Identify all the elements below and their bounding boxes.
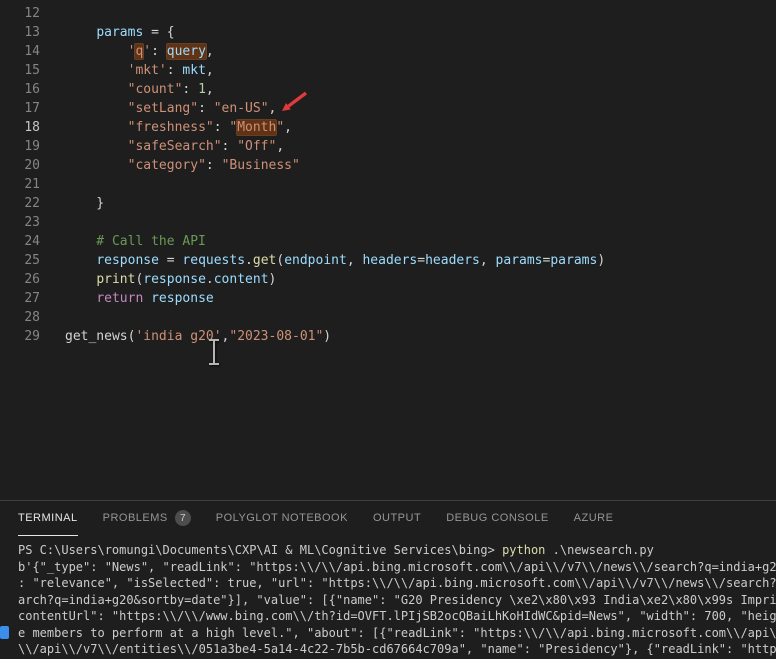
- code-line[interactable]: 15 'mkt': mkt,: [0, 61, 776, 80]
- code-line[interactable]: 25 response = requests.get(endpoint, hea…: [0, 251, 776, 270]
- terminal-output[interactable]: PS C:\Users\romungi\Documents\CXP\AI & M…: [0, 536, 776, 658]
- code-line[interactable]: 24 # Call the API: [0, 232, 776, 251]
- code-text: params = {: [96, 25, 175, 40]
- panel-tab-output[interactable]: OUTPUT: [373, 501, 421, 536]
- panel-tab-debug-console[interactable]: DEBUG CONSOLE: [446, 501, 548, 536]
- line-number[interactable]: 25: [0, 251, 40, 270]
- line-number[interactable]: 23: [0, 213, 40, 232]
- line-number[interactable]: 18: [0, 118, 40, 137]
- code-text: }: [65, 196, 105, 211]
- line-number[interactable]: 15: [0, 61, 40, 80]
- panel-tab-label: DEBUG CONSOLE: [446, 512, 549, 524]
- code-text: 'q': query,: [127, 44, 214, 59]
- code-line[interactable]: 16 "count": 1,: [0, 80, 776, 99]
- code-text: "category": "Business": [127, 158, 300, 173]
- code-line[interactable]: 20 "category": "Business": [0, 156, 776, 175]
- code-text: return response: [96, 291, 214, 306]
- code-text: "safeSearch": "Off",: [127, 139, 285, 154]
- line-number[interactable]: 27: [0, 289, 40, 308]
- line-number[interactable]: 21: [0, 175, 40, 194]
- code-line[interactable]: 17 "setLang": "en-US",: [0, 99, 776, 118]
- code-line[interactable]: 14 'q': query,: [0, 42, 776, 61]
- terminal-line: : "relevance", "isSelected": true, "url"…: [18, 576, 776, 590]
- code-text: get_news('india g20',"2023-08-01"): [65, 329, 332, 344]
- code-line[interactable]: 12: [0, 4, 776, 23]
- line-number[interactable]: 20: [0, 156, 40, 175]
- code-line[interactable]: 26 print(response.content): [0, 270, 776, 289]
- code-line[interactable]: 27 return response: [0, 289, 776, 308]
- panel-tab-label: TERMINAL: [18, 512, 78, 524]
- terminal-line: contentUrl": "https:\\/\\/www.bing.com\\…: [18, 609, 776, 623]
- code-text: response = requests.get(endpoint, header…: [96, 253, 606, 268]
- code-line[interactable]: 23: [0, 213, 776, 232]
- code-text: "freshness": "Month",: [127, 120, 292, 135]
- bottom-panel: TERMINAL PROBLEMS 7 POLYGLOT NOTEBOOK OUTPUT…: [0, 500, 776, 659]
- code-text: 'mkt': mkt,: [127, 63, 214, 78]
- code-editor[interactable]: 12 13 params = {14 'q': query, 15 'mkt': m…: [0, 0, 776, 500]
- line-number[interactable]: 17: [0, 99, 40, 118]
- line-number[interactable]: 19: [0, 137, 40, 156]
- panel-tab-label: OUTPUT: [372, 512, 422, 524]
- line-number[interactable]: 13: [0, 23, 40, 42]
- panel-tab-label: POLYGLOT NOTEBOOK: [215, 512, 348, 524]
- line-number[interactable]: 22: [0, 194, 40, 213]
- panel-tab-problems[interactable]: PROBLEMS 7: [103, 501, 191, 536]
- code-line[interactable]: 28: [0, 308, 776, 327]
- panel-tab-polyglot-notebook[interactable]: POLYGLOT NOTEBOOK: [216, 501, 348, 536]
- terminal-line: PS C:\Users\romungi\Documents\CXP\AI & M…: [18, 543, 654, 557]
- terminal-line: arch?q=india+g20&sortby=date"}], "value"…: [18, 592, 776, 607]
- panel-tab-label: AZURE: [573, 512, 614, 524]
- terminal-command-decoration: [0, 626, 9, 639]
- code-lines: 12 13 params = {14 'q': query, 15 'mkt': m…: [0, 4, 776, 346]
- line-number[interactable]: 12: [0, 4, 40, 23]
- panel-tab-label: PROBLEMS: [102, 512, 168, 524]
- terminal-line: \\/api\\/v7\\/entities\\/051a3be4-5a14-4…: [18, 642, 776, 656]
- line-number[interactable]: 14: [0, 42, 40, 61]
- code-line[interactable]: 22 }: [0, 194, 776, 213]
- code-text: "count": 1,: [127, 82, 214, 97]
- code-line[interactable]: 19 "safeSearch": "Off",: [0, 137, 776, 156]
- line-number[interactable]: 28: [0, 308, 40, 327]
- code-line[interactable]: 13 params = {: [0, 23, 776, 42]
- code-text: "setLang": "en-US",: [127, 101, 277, 116]
- terminal-line: e members to perform at a high level.", …: [18, 625, 776, 640]
- panel-tabs: TERMINAL PROBLEMS 7 POLYGLOT NOTEBOOK OUTPUT…: [0, 501, 776, 536]
- terminal-line: b'{"_type": "News", "readLink": "https:\…: [18, 559, 776, 574]
- line-number[interactable]: 16: [0, 80, 40, 99]
- problems-count-badge: 7: [174, 510, 191, 526]
- line-number[interactable]: 26: [0, 270, 40, 289]
- code-text: print(response.content): [96, 272, 277, 287]
- line-number[interactable]: 29: [0, 327, 40, 346]
- code-line[interactable]: 29 get_news('india g20',"2023-08-01"): [0, 327, 776, 346]
- code-line[interactable]: 21: [0, 175, 776, 194]
- line-number[interactable]: 24: [0, 232, 40, 251]
- code-text: # Call the API: [65, 234, 206, 249]
- panel-tab-terminal[interactable]: TERMINAL: [18, 501, 78, 536]
- code-line[interactable]: 18 "freshness": "Month",: [0, 118, 776, 137]
- panel-tab-azure[interactable]: AZURE: [574, 501, 614, 536]
